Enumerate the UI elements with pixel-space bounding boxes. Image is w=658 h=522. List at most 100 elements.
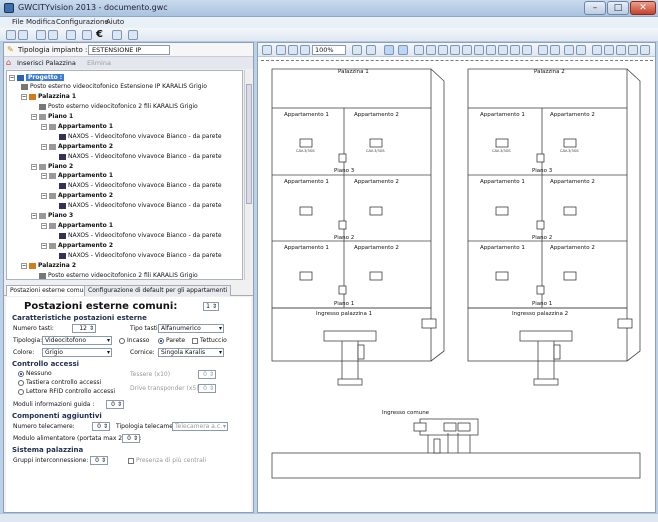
tessere-stepper[interactable]: 0 [198,370,216,379]
tree-device[interactable]: NAXOS - Videocitofono vivavoce Bianco - … [59,201,222,210]
label-b1-f2-app1: Appartamento 1 [284,179,329,185]
tipo-tele-select[interactable]: Telecamera a.c. IP66 [172,422,228,431]
tree-device[interactable]: NAXOS - Videocitofono vivavoce Bianco - … [59,132,222,141]
ground-plate [271,452,641,479]
settings-icon[interactable] [82,30,92,40]
line-icon[interactable] [414,45,424,55]
num-tasti-stepper[interactable]: 12 [72,324,96,333]
radio-tastiera[interactable]: Tastiera controllo accessi [18,379,101,386]
tree-piano-3[interactable]: − Piano 3 [31,211,73,220]
polyline-icon[interactable] [426,45,436,55]
moduli-stepper[interactable]: 0 [106,400,124,409]
checkbox-tettuccio[interactable]: Tettuccio [192,337,227,344]
polygon-icon[interactable] [486,45,496,55]
menu-modifica[interactable]: Modifica [26,18,55,26]
back-icon[interactable] [576,45,586,55]
drive-stepper[interactable]: 0 [198,384,216,393]
fill-icon[interactable] [510,45,520,55]
delete-icon[interactable] [640,45,650,55]
colore-select[interactable]: Grigio [42,348,112,357]
tree-entrance[interactable]: Posto esterno videocitofonico Estensione… [21,82,207,91]
menu-configurazione[interactable]: Configurazione [56,18,109,26]
alim-stepper[interactable]: 0 [122,434,140,443]
radio-incasso[interactable]: Incasso [119,337,149,344]
zoom-out-icon[interactable] [288,45,298,55]
cornice-select[interactable]: Singola Karalis [158,348,224,357]
count-stepper[interactable]: 1 [203,302,219,311]
device-tag: CAV-3/3GS [366,149,385,153]
rotate-icon[interactable] [604,45,614,55]
tab-configurazione[interactable]: Configurazione di default per gli appart… [84,285,232,296]
tree-app-1-2[interactable]: − Appartamento 2 [41,142,113,151]
zoom-window-icon[interactable] [300,45,310,55]
ellipse-icon[interactable] [462,45,472,55]
tree-p2-post[interactable]: Posto esterno videocitofonico 2 fili KAR… [39,271,198,279]
maximize-button[interactable]: □ [607,1,629,15]
mirror-icon[interactable] [616,45,626,55]
close-button[interactable]: ✕ [630,1,656,15]
radio-parete[interactable]: Parete [158,337,185,344]
undo-icon[interactable] [112,30,122,40]
tree-palazzina-1[interactable]: − Palazzina 1 [21,92,76,101]
monitor-icon [59,133,66,140]
title-bar: GWCITYvision 2013 - documento.gwc – □ ✕ [0,0,658,17]
tree-device[interactable]: NAXOS - Videocitofono vivavoce Bianco - … [59,251,222,260]
minimize-button[interactable]: – [584,1,606,15]
open-icon[interactable] [18,30,28,40]
tree-palazzina-2[interactable]: − Palazzina 2 [21,261,76,270]
front-icon[interactable] [564,45,574,55]
tree-app-2-1[interactable]: − Appartamento 1 [41,171,113,180]
gruppi-stepper[interactable]: 0 [90,456,108,465]
euro-icon[interactable]: € [96,29,103,40]
layout-icon[interactable] [366,45,376,55]
drawing-canvas[interactable]: Palazzina 1 Palazzina 2 Appartamento 1 A… [258,61,655,512]
arc-icon[interactable] [438,45,448,55]
group-icon[interactable] [538,45,548,55]
rect-icon[interactable] [450,45,460,55]
ungroup-icon[interactable] [550,45,560,55]
tree-piano-2[interactable]: − Piano 2 [31,162,73,171]
scrollbar-thumb[interactable] [246,84,252,204]
fit-icon[interactable] [262,45,272,55]
tipo-tasti-select[interactable]: Alfanumerico [158,324,224,333]
save-as-icon[interactable] [48,30,58,40]
tree-app-2-2[interactable]: − Appartamento 2 [41,191,113,200]
pan-icon[interactable] [352,45,362,55]
text-icon[interactable] [498,45,508,55]
new-icon[interactable] [6,30,16,40]
tipologia-select[interactable]: Videocitofono [42,336,112,345]
circle-icon[interactable] [474,45,484,55]
redo-icon[interactable] [128,30,138,40]
menu-file[interactable]: File [12,18,24,26]
tree-p1-post[interactable]: Posto esterno videocitofonico 2 fili KAR… [39,102,198,111]
print-icon[interactable] [66,30,76,40]
tree-app-3-1[interactable]: − Appartamento 1 [41,221,113,230]
tree-app-1-1[interactable]: − Appartamento 1 [41,122,113,131]
color-icon[interactable] [522,45,532,55]
select-icon[interactable] [384,45,394,55]
align-icon[interactable] [592,45,602,55]
tree-device[interactable]: NAXOS - Videocitofono vivavoce Bianco - … [59,152,222,161]
tree-piano-1[interactable]: − Piano 1 [31,112,73,121]
tree-device[interactable]: NAXOS - Videocitofono vivavoce Bianco - … [59,181,222,190]
tree-scrollbar[interactable] [244,70,252,280]
delete-button[interactable]: Elimina [84,59,114,69]
tree-root[interactable]: − Progetto : [9,73,65,82]
telecamere-stepper[interactable]: 0 [92,422,110,431]
save-icon[interactable] [36,30,46,40]
menu-bar: File Modifica Configurazione Aiuto [0,17,658,28]
main-toolbar: € [0,28,658,42]
typology-select[interactable]: ESTENSIONE IP [88,45,170,55]
tab-postazioni[interactable]: Postazioni esterne comuni [6,285,93,296]
radio-nessuno[interactable]: Nessuno [18,370,52,377]
tree-app-3-2[interactable]: − Appartamento 2 [41,241,113,250]
radio-lettore[interactable]: Lettore RFID controllo accessi [18,388,115,395]
insert-building-button[interactable]: Inserisci Palazzina [14,59,79,69]
checkbox-centrali[interactable]: Presenza di più centrali [128,457,206,464]
tree-device[interactable]: NAXOS - Videocitofono vivavoce Bianco - … [59,231,222,240]
menu-aiuto[interactable]: Aiuto [106,18,124,26]
pointer-icon[interactable] [398,45,408,55]
zoom-select[interactable]: 100% [312,45,346,55]
lock-icon[interactable] [628,45,638,55]
zoom-in-icon[interactable] [276,45,286,55]
